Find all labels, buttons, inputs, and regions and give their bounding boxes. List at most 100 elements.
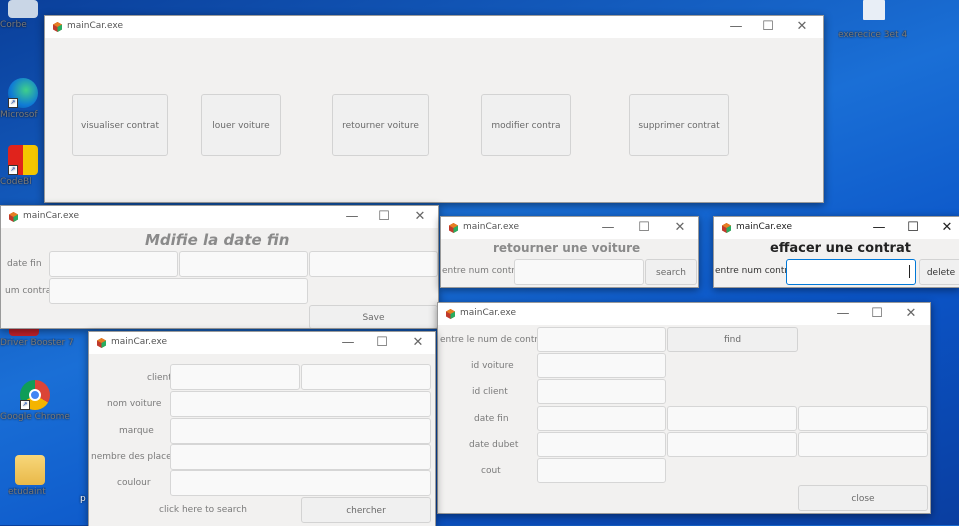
find-button[interactable]: find xyxy=(667,327,798,352)
return-car-window: mainCar.exe — ☐ ✕ retourner une voiture … xyxy=(440,216,699,288)
shortcut-arrow-icon: ↗ xyxy=(20,400,30,410)
page-title: retourner une voiture xyxy=(493,241,641,255)
nom-voiture-label: nom voiture xyxy=(107,399,162,409)
minimize-button[interactable]: — xyxy=(337,208,367,226)
delete-num-contrat-input[interactable] xyxy=(786,259,916,285)
minimize-button[interactable]: — xyxy=(721,18,751,36)
date-fin-year-field[interactable] xyxy=(798,406,928,431)
minimize-button[interactable]: — xyxy=(333,334,363,352)
window-title: mainCar.exe xyxy=(463,222,519,232)
maximize-button[interactable]: ☐ xyxy=(898,219,928,237)
num-contrat-label: entre le num de contra xyxy=(440,335,544,345)
recycle-bin-icon xyxy=(8,0,38,18)
save-button[interactable]: Save xyxy=(309,305,438,328)
cout-label: cout xyxy=(481,466,501,476)
date-fin-day-field[interactable] xyxy=(537,406,666,431)
desktop-icon-etudaint-folder[interactable]: etudaint xyxy=(8,455,52,497)
close-button[interactable]: ✕ xyxy=(665,219,695,237)
codeblocks-icon: ↗ xyxy=(8,145,38,175)
nembre-des-places-field[interactable] xyxy=(170,444,431,470)
id-voiture-field[interactable] xyxy=(537,353,666,378)
cout-field[interactable] xyxy=(537,458,666,483)
nom-voiture-field[interactable] xyxy=(170,391,431,417)
maximize-button[interactable]: ☐ xyxy=(369,208,399,226)
close-button[interactable]: ✕ xyxy=(405,208,435,226)
app-icon xyxy=(446,309,455,319)
shortcut-arrow-icon: ↗ xyxy=(8,165,18,175)
coulour-field[interactable] xyxy=(170,470,431,496)
date-fin-month-field[interactable] xyxy=(667,406,797,431)
id-voiture-label: id voiture xyxy=(471,361,514,371)
close-button[interactable]: ✕ xyxy=(403,334,433,352)
app-icon xyxy=(9,212,18,222)
date-dubet-year-field[interactable] xyxy=(798,432,928,457)
id-client-field[interactable] xyxy=(537,379,666,404)
window-title: mainCar.exe xyxy=(23,211,79,221)
retourner-voiture-button[interactable]: retourner voiture xyxy=(332,94,429,156)
supprimer-contrat-button[interactable]: supprimer contrat xyxy=(629,94,729,156)
desktop-icon-codeblocks[interactable]: ↗ CodeBl xyxy=(0,145,46,187)
close-button[interactable]: close xyxy=(798,485,928,511)
window-title: mainCar.exe xyxy=(460,308,516,318)
minimize-button[interactable]: — xyxy=(864,219,894,237)
title-bar[interactable]: mainCar.exe — ☐ ✕ xyxy=(714,217,959,239)
main-menu-window: mainCar.exe — ☐ ✕ visualiser contrat lou… xyxy=(44,15,824,203)
delete-contract-window: mainCar.exe — ☐ ✕ effacer une contrat en… xyxy=(713,216,959,288)
date-dubet-day-field[interactable] xyxy=(537,432,666,457)
edge-icon: ↗ xyxy=(8,78,38,108)
nembre-des-places-label: nembre des places xyxy=(91,452,177,462)
client-field-2[interactable] xyxy=(301,364,431,390)
search-hint-label: click here to search xyxy=(159,505,247,515)
search-car-window: mainCar.exe — ☐ ✕ client nom voiture mar… xyxy=(88,331,436,526)
page-title: effacer une contrat xyxy=(770,241,911,256)
date-fin-month-field[interactable] xyxy=(179,251,308,277)
search-button[interactable]: search xyxy=(645,259,697,285)
desktop-icon-edge[interactable]: ↗ Microsof xyxy=(0,78,46,120)
chrome-icon: ↗ xyxy=(20,380,50,410)
marque-field[interactable] xyxy=(170,418,431,444)
visualiser-contrat-button[interactable]: visualiser contrat xyxy=(72,94,168,156)
title-bar[interactable]: mainCar.exe — ☐ ✕ xyxy=(45,16,823,38)
marque-label: marque xyxy=(119,426,154,436)
desktop-partial-label: p xyxy=(80,494,86,504)
date-dubet-month-field[interactable] xyxy=(667,432,797,457)
app-icon xyxy=(97,338,106,348)
app-icon xyxy=(449,223,458,233)
modify-date-window: mainCar.exe — ☐ ✕ Mdifie la date fin dat… xyxy=(0,205,439,329)
close-button[interactable]: ✕ xyxy=(787,18,817,36)
title-bar[interactable]: mainCar.exe — ☐ ✕ xyxy=(441,217,698,239)
num-contrat-field[interactable] xyxy=(49,278,308,304)
desktop-icon-exercice-file[interactable]: exerecice 3et 4 xyxy=(838,0,910,40)
num-contrat-label: um contra xyxy=(5,286,52,296)
window-title: mainCar.exe xyxy=(111,337,167,347)
num-contrat-field[interactable] xyxy=(514,259,644,285)
minimize-button[interactable]: — xyxy=(828,305,858,323)
date-dubet-label: date dubet xyxy=(469,440,519,450)
client-field-1[interactable] xyxy=(170,364,300,390)
desktop-icon-google-chrome[interactable]: ↗ Google Chrome xyxy=(0,380,70,422)
page-title: Mdifie la date fin xyxy=(145,231,290,249)
modifier-contra-button[interactable]: modifier contra xyxy=(481,94,571,156)
find-contract-window: mainCar.exe — ☐ ✕ entre le num de contra… xyxy=(437,302,931,514)
desktop-icon-recycle-bin[interactable]: Corbe xyxy=(0,0,46,30)
louer-voiture-button[interactable]: louer voiture xyxy=(201,94,281,156)
title-bar[interactable]: mainCar.exe — ☐ ✕ xyxy=(438,303,930,325)
maximize-button[interactable]: ☐ xyxy=(367,334,397,352)
maximize-button[interactable]: ☐ xyxy=(629,219,659,237)
close-button[interactable]: ✕ xyxy=(896,305,926,323)
maximize-button[interactable]: ☐ xyxy=(753,18,783,36)
date-fin-day-field[interactable] xyxy=(49,251,178,277)
title-bar[interactable]: mainCar.exe — ☐ ✕ xyxy=(1,206,438,228)
chercher-button[interactable]: chercher xyxy=(301,497,431,523)
delete-button[interactable]: delete xyxy=(919,259,959,285)
date-fin-year-field[interactable] xyxy=(309,251,438,277)
id-client-label: id client xyxy=(472,387,508,397)
minimize-button[interactable]: — xyxy=(593,219,623,237)
client-label: client xyxy=(147,373,172,383)
window-title: mainCar.exe xyxy=(736,222,792,232)
num-contrat-field[interactable] xyxy=(537,327,666,352)
title-bar[interactable]: mainCar.exe — ☐ ✕ xyxy=(89,332,435,354)
date-fin-label: date fin xyxy=(474,414,509,424)
maximize-button[interactable]: ☐ xyxy=(862,305,892,323)
close-button[interactable]: ✕ xyxy=(932,219,959,237)
